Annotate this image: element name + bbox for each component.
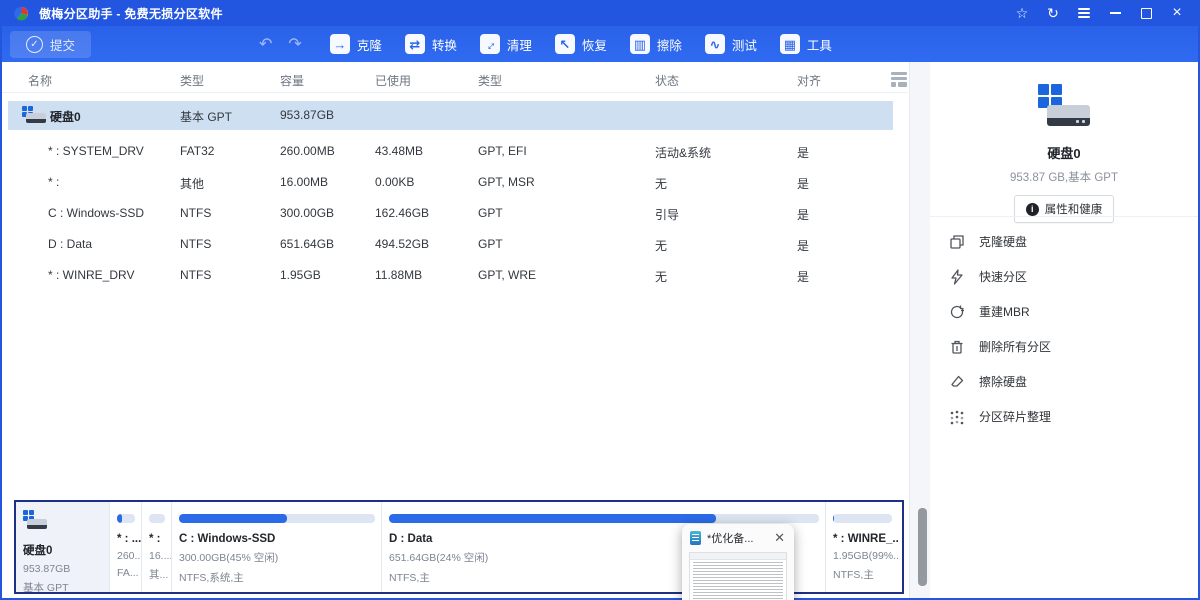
quick-partition-icon	[948, 268, 966, 286]
table-row-disk0[interactable]: 硬盘0 基本 GPT 953.87GB	[8, 101, 893, 130]
toolbar-buttons: → 克隆 ⇄ 转换 ↔ 清理 ↖ 恢复 ▥ 擦除 ∿ 测试	[330, 34, 832, 54]
partition-block-c[interactable]: C : Windows-SSD 300.00GB(45% 空闲) NTFS,系统…	[172, 502, 382, 592]
recover-icon: ↖	[555, 34, 575, 54]
maximize-button[interactable]	[1137, 4, 1155, 22]
scrollbar-thumb[interactable]	[918, 508, 927, 586]
sidebar: 硬盘0 953.87 GB,基本 GPT i 属性和健康 克隆硬盘 快速分区	[930, 62, 1198, 598]
app-logo-icon	[14, 6, 29, 21]
table-row[interactable]: * : 其他 16.00MB 0.00KB GPT, MSR 无 是	[8, 168, 893, 197]
sidebar-item-rebuild-mbr[interactable]: 重建MBR	[948, 294, 1188, 329]
usage-bar	[833, 514, 892, 523]
preview-thumbnail[interactable]	[689, 552, 787, 600]
partition-table: 名称 类型 容量 已使用 类型 状态 对齐 硬盘0 基本 GPT 953.87G…	[0, 62, 908, 486]
table-row[interactable]: D : Data NTFS 651.64GB 494.52GB GPT 无 是	[8, 230, 893, 259]
redo-icon[interactable]: ↷	[288, 34, 301, 54]
window-title: 傲梅分区助手 - 免费无损分区软件	[39, 5, 223, 22]
disk-icon-small	[23, 510, 47, 529]
toolbar-button-clone[interactable]: → 克隆	[330, 34, 382, 54]
toolbar-button-test[interactable]: ∿ 测试	[705, 34, 757, 54]
toolbar-button-erase[interactable]: ▥ 擦除	[630, 34, 682, 54]
sidebar-item-clone-disk[interactable]: 克隆硬盘	[948, 224, 1188, 259]
undo-icon[interactable]: ↶	[259, 34, 272, 54]
notepad-icon	[690, 531, 701, 545]
table-row[interactable]: * : SYSTEM_DRV FAT32 260.00MB 43.48MB GP…	[8, 137, 893, 166]
view-options-icon[interactable]	[891, 72, 908, 87]
sidebar-divider	[930, 216, 1198, 217]
usage-bar	[389, 514, 819, 523]
table-row[interactable]: * : WINRE_DRV NTFS 1.95GB 11.88MB GPT, W…	[8, 261, 893, 290]
sidebar-disk-summary: 硬盘0 953.87 GB,基本 GPT i 属性和健康	[930, 84, 1198, 223]
test-icon: ∿	[705, 34, 725, 54]
erase-icon: ▥	[630, 34, 650, 54]
app-window: 傲梅分区助手 - 免费无损分区软件 ☆ ↻ × ✓ 提交 ↶ ↷ → 克隆 ⇄ …	[0, 0, 1200, 600]
disk-strip-header[interactable]: 硬盘0 953.87GB 基本 GPT	[16, 502, 110, 592]
usage-bar	[179, 514, 375, 523]
toolbar: ✓ 提交 ↶ ↷ → 克隆 ⇄ 转换 ↔ 清理 ↖ 恢复 ▥ 擦除	[0, 26, 1200, 62]
partition-block-system-drv[interactable]: * : ... 260... FA...	[110, 502, 142, 592]
sidebar-actions: 克隆硬盘 快速分区 重建MBR 删除所有分区	[948, 224, 1188, 434]
clean-icon: ↔	[480, 34, 500, 54]
toolbar-button-recover[interactable]: ↖ 恢复	[555, 34, 607, 54]
usage-bar	[149, 514, 165, 523]
close-button[interactable]: ×	[1168, 4, 1186, 22]
sidebar-item-delete-all-partitions[interactable]: 删除所有分区	[948, 329, 1188, 364]
sidebar-disk-name: 硬盘0	[930, 143, 1198, 162]
window-controls: ☆ ↻ ×	[1013, 4, 1186, 22]
usage-bar	[117, 514, 135, 523]
convert-icon: ⇄	[405, 34, 425, 54]
menu-icon[interactable]	[1075, 4, 1093, 22]
submit-button[interactable]: ✓ 提交	[10, 31, 91, 58]
notepad-preview-popup[interactable]: *优化备... ✕	[682, 524, 794, 600]
minimize-button[interactable]	[1106, 4, 1124, 22]
sidebar-disk-info: 953.87 GB,基本 GPT	[930, 169, 1198, 185]
tools-icon: ▦	[780, 34, 800, 54]
preview-header: *优化备... ✕	[682, 524, 794, 550]
rebuild-mbr-icon	[948, 303, 966, 321]
table-row[interactable]: C : Windows-SSD NTFS 300.00GB 162.46GB G…	[8, 199, 893, 228]
check-icon: ✓	[26, 36, 43, 53]
sidebar-item-quick-partition[interactable]: 快速分区	[948, 259, 1188, 294]
disk-icon-large	[1038, 84, 1090, 126]
delete-all-partitions-icon	[948, 338, 966, 356]
defrag-icon	[948, 408, 966, 426]
info-icon: i	[1026, 203, 1039, 216]
partition-block-msr[interactable]: * : 16.... 其...	[142, 502, 172, 592]
wipe-disk-icon	[948, 373, 966, 391]
sidebar-item-defragment[interactable]: 分区碎片整理	[948, 399, 1188, 434]
refresh-icon[interactable]: ↻	[1044, 4, 1062, 22]
toolbar-button-convert[interactable]: ⇄ 转换	[405, 34, 457, 54]
titlebar: 傲梅分区助手 - 免费无损分区软件 ☆ ↻ ×	[0, 0, 1200, 26]
clone-disk-icon	[948, 233, 966, 251]
properties-health-button[interactable]: i 属性和健康	[1014, 195, 1115, 223]
toolbar-button-clean[interactable]: ↔ 清理	[480, 34, 532, 54]
preview-title: *优化备...	[707, 530, 767, 546]
table-header[interactable]: 名称 类型 容量 已使用 类型 状态 对齐	[0, 68, 908, 93]
sidebar-item-wipe-disk[interactable]: 擦除硬盘	[948, 364, 1188, 399]
disk-icon	[22, 106, 46, 125]
close-icon[interactable]: ✕	[773, 530, 786, 546]
submit-label: 提交	[50, 35, 75, 54]
favorite-icon[interactable]: ☆	[1013, 4, 1031, 22]
toolbar-button-tools[interactable]: ▦ 工具	[780, 34, 832, 54]
partition-block-winre[interactable]: * : WINRE_... 1.95GB(99%... NTFS,主	[826, 502, 898, 592]
clone-icon: →	[330, 34, 350, 54]
